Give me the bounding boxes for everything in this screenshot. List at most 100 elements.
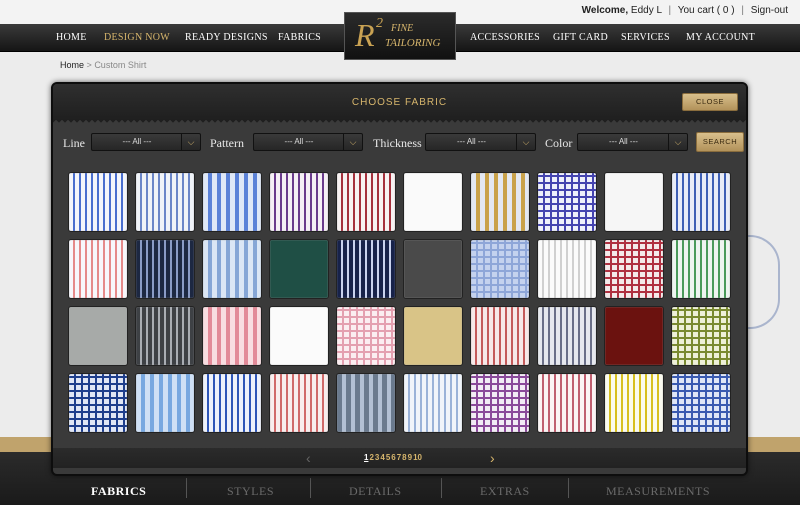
step-divider [441, 478, 442, 498]
fabric-swatch[interactable] [403, 172, 463, 232]
fabric-swatch[interactable] [604, 239, 664, 299]
logo-line-1: FINE [391, 23, 414, 34]
fabric-swatch[interactable] [537, 239, 597, 299]
nav-item-design-now[interactable]: DESIGN NOW [104, 32, 170, 43]
separator: | [741, 5, 744, 16]
brand-logo[interactable]: R 2 FINE TAILORING [344, 12, 456, 60]
filter-label-line: Line [63, 136, 85, 150]
page-number[interactable]: 8 [402, 453, 406, 462]
chevron-down-icon: ⌵ [668, 134, 687, 150]
user-info: Welcome, Eddy L | You cart ( 0 ) | Sign-… [582, 5, 788, 16]
step-extras[interactable]: EXTRAS [480, 484, 530, 499]
fabric-swatch[interactable] [604, 306, 664, 366]
breadcrumb-sep: > [86, 60, 92, 70]
fabric-swatch[interactable] [269, 373, 329, 433]
step-divider [186, 478, 187, 498]
chevron-down-icon: ⌵ [343, 134, 362, 150]
nav-item-fabrics[interactable]: FABRICS [278, 32, 321, 43]
fabric-swatch[interactable] [135, 373, 195, 433]
fabric-swatch[interactable] [537, 306, 597, 366]
filter-bar: Line --- All --- ⌵ Pattern --- All --- ⌵… [53, 124, 746, 156]
filter-select-thickness[interactable]: --- All --- ⌵ [425, 133, 536, 151]
fabric-swatch[interactable] [336, 373, 396, 433]
page-number[interactable]: 6 [391, 453, 395, 462]
chevron-down-icon: ⌵ [181, 134, 200, 150]
fabric-swatch[interactable] [135, 306, 195, 366]
fabric-swatch[interactable] [604, 373, 664, 433]
filter-value: --- All --- [284, 137, 314, 146]
cart-label: You cart [677, 5, 715, 16]
breadcrumb-home[interactable]: Home [60, 60, 84, 70]
fabric-swatch[interactable] [202, 172, 262, 232]
fabric-swatch[interactable] [403, 239, 463, 299]
nav-item-home[interactable]: HOME [56, 32, 87, 43]
page-number[interactable]: 9 [408, 453, 412, 462]
fabric-swatch[interactable] [537, 172, 597, 232]
fabric-swatch[interactable] [68, 306, 128, 366]
fabric-swatch[interactable] [403, 373, 463, 433]
fabric-swatch[interactable] [269, 239, 329, 299]
fabric-swatch[interactable] [269, 172, 329, 232]
nav-item-ready-designs[interactable]: READY DESIGNS [185, 32, 268, 43]
fabric-swatch[interactable] [68, 373, 128, 433]
fabric-swatch[interactable] [470, 239, 530, 299]
nav-item-gift-card[interactable]: GIFT CARD [553, 32, 608, 43]
fabric-swatch[interactable] [537, 373, 597, 433]
fabric-swatch[interactable] [68, 239, 128, 299]
step-measurements[interactable]: MEASUREMENTS [606, 484, 710, 499]
nav-item-my-account[interactable]: MY ACCOUNT [686, 32, 755, 43]
fabric-swatch[interactable] [671, 239, 731, 299]
chevron-down-icon: ⌵ [516, 134, 535, 150]
page-number[interactable]: 2 [369, 453, 373, 462]
fabric-swatch[interactable] [470, 373, 530, 433]
breadcrumb-current: Custom Shirt [94, 60, 147, 70]
fabric-swatch[interactable] [671, 172, 731, 232]
fabric-swatch[interactable] [470, 172, 530, 232]
page-number[interactable]: 10 [413, 453, 422, 462]
fabric-swatch[interactable] [671, 373, 731, 433]
signout-link[interactable]: Sign-out [751, 5, 788, 16]
page-number[interactable]: 4 [380, 453, 384, 462]
fabric-swatch[interactable] [135, 172, 195, 232]
fabric-swatch[interactable] [604, 172, 664, 232]
nav-item-services[interactable]: SERVICES [621, 32, 670, 43]
fabric-swatch[interactable] [202, 239, 262, 299]
next-page-icon[interactable]: › [490, 450, 495, 466]
logo-line-2: TAILORING [385, 37, 441, 49]
fabric-swatch[interactable] [135, 239, 195, 299]
nav-item-accessories[interactable]: ACCESSORIES [470, 32, 540, 43]
step-details[interactable]: DETAILS [349, 484, 402, 499]
filter-select-line[interactable]: --- All --- ⌵ [91, 133, 201, 151]
step-fabrics[interactable]: FABRICS [91, 484, 146, 499]
filter-label-color: Color [545, 136, 573, 150]
page-number[interactable]: 1 [364, 453, 368, 462]
search-button[interactable]: SEARCH [696, 132, 744, 152]
breadcrumb: Home > Custom Shirt [60, 60, 146, 70]
prev-page-icon[interactable]: ‹ [306, 450, 311, 466]
filter-value: --- All --- [609, 137, 638, 146]
page-number[interactable]: 5 [386, 453, 390, 462]
fabric-swatch[interactable] [671, 306, 731, 366]
step-styles[interactable]: STYLES [227, 484, 274, 499]
page-number[interactable]: 7 [397, 453, 401, 462]
fabric-swatch[interactable] [336, 172, 396, 232]
fabric-swatch[interactable] [202, 306, 262, 366]
fabric-swatch[interactable] [470, 306, 530, 366]
close-button[interactable]: CLOSE [682, 93, 738, 111]
fabric-swatch[interactable] [403, 306, 463, 366]
fabric-swatch[interactable] [269, 306, 329, 366]
fabric-swatch[interactable] [336, 239, 396, 299]
modal-header: CHOOSE FABRIC CLOSE [53, 84, 746, 124]
welcome-text: Welcome, [581, 5, 629, 16]
page-number[interactable]: 3 [375, 453, 379, 462]
cart-count: ( 0 ) [716, 5, 735, 16]
fabric-swatch[interactable] [336, 306, 396, 366]
filter-select-pattern[interactable]: --- All --- ⌵ [253, 133, 363, 151]
step-divider [568, 478, 569, 498]
filter-value: --- All --- [457, 137, 486, 146]
filter-label-pattern: Pattern [210, 136, 244, 150]
filter-select-color[interactable]: --- All --- ⌵ [577, 133, 688, 151]
cart-link[interactable]: You cart ( 0 ) [678, 5, 735, 16]
fabric-swatch[interactable] [68, 172, 128, 232]
fabric-swatch[interactable] [202, 373, 262, 433]
